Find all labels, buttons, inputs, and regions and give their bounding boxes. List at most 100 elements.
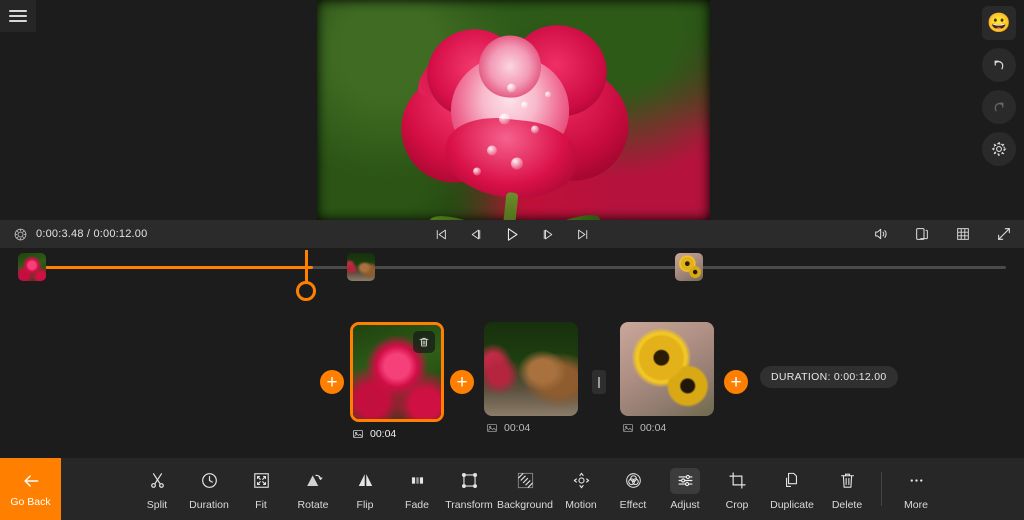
tool-label: Crop	[725, 498, 749, 511]
clip-meta: 00:04	[620, 422, 714, 434]
preview-stage: 😀	[0, 0, 1024, 220]
clip-squirrel[interactable]: 00:04	[484, 322, 578, 434]
tool-label: Fit	[255, 498, 267, 511]
clip-thumbnail[interactable]	[350, 322, 444, 422]
trash-icon	[840, 473, 854, 488]
total-duration-badge: DURATION: 0:00:12.00	[760, 366, 898, 388]
add-clip-before-button[interactable]: +	[320, 370, 344, 394]
clip-delete-button[interactable]	[413, 331, 435, 353]
clip-thumbnail[interactable]	[484, 322, 578, 416]
tool-delete[interactable]: Delete	[821, 468, 873, 511]
aspect-ratio-button[interactable]	[914, 226, 930, 242]
redo-arrow-icon	[994, 102, 1004, 112]
settings-button[interactable]	[982, 132, 1016, 166]
speaker-volume-icon	[875, 228, 887, 240]
right-tool-rail: 😀	[982, 6, 1016, 174]
player-control-bar: 0:00:3.48 / 0:00:12.00	[0, 220, 1024, 248]
skip-to-start-button[interactable]	[434, 227, 449, 242]
play-button[interactable]	[504, 226, 521, 243]
copy-frames-icon	[916, 228, 928, 240]
timeline-scrubber[interactable]	[0, 248, 1024, 310]
fullscreen-button[interactable]	[996, 226, 1012, 242]
tool-label: More	[904, 498, 928, 511]
skip-end-icon	[578, 229, 588, 239]
step-back-icon	[471, 229, 481, 239]
undo-button[interactable]	[982, 48, 1016, 82]
tool-fit[interactable]: Fit	[235, 468, 287, 511]
expand-diagonal-icon	[998, 228, 1010, 240]
timeline-thumb-squirrel[interactable]	[347, 253, 375, 281]
tool-duplicate[interactable]: Duplicate	[763, 468, 821, 511]
tool-more[interactable]: More	[890, 468, 942, 511]
tool-label: Adjust	[670, 498, 700, 511]
clock-icon	[201, 473, 217, 488]
clip-meta: 00:04	[484, 422, 578, 434]
clip-duration-label: 00:04	[370, 428, 397, 440]
grid-icon	[957, 228, 969, 240]
timeline-thumb-rose[interactable]	[18, 253, 46, 281]
add-clip-after-button[interactable]: +	[724, 370, 748, 394]
circle-settings-icon[interactable]	[13, 227, 28, 242]
tool-motion[interactable]: Motion	[555, 468, 607, 511]
scissors-icon	[150, 473, 164, 488]
video-editor-window: 😀 0:00:3.48 / 0:00:12.00 + 00:04 + 00:04…	[0, 0, 1024, 520]
flip-icon	[358, 474, 372, 487]
plus-icon: +	[730, 371, 742, 393]
tool-buttons: Split Duration Fit Rotate Flip Fade Tran…	[61, 458, 1024, 520]
hamburger-menu-button[interactable]	[0, 0, 36, 32]
bottom-toolbar: Go Back Split Duration Fit Rotate Flip F…	[0, 458, 1024, 520]
arrow-left-icon	[23, 474, 38, 487]
tool-label: Duplicate	[770, 498, 814, 511]
clip-strip: + 00:04 + 00:04 00:04 + DURATION: 0:00:1…	[0, 310, 1024, 458]
plus-icon: +	[456, 371, 468, 393]
tool-label: Duration	[189, 498, 229, 511]
step-backward-button[interactable]	[469, 227, 484, 242]
tool-label: Effect	[619, 498, 647, 511]
timecode-display: 0:00:3.48 / 0:00:12.00	[36, 228, 148, 240]
grid-button[interactable]	[955, 226, 971, 242]
timeline-playhead[interactable]	[305, 250, 308, 282]
gear-icon	[991, 141, 1007, 157]
tool-rotate[interactable]: Rotate	[287, 468, 339, 511]
tool-label: Background	[496, 498, 554, 511]
motion-arrows-icon	[573, 472, 589, 489]
rotate-icon	[306, 474, 322, 487]
tool-effect[interactable]: Effect	[607, 468, 659, 511]
plus-icon: +	[326, 371, 338, 393]
step-forward-icon	[543, 229, 553, 239]
undo-arrow-icon	[994, 60, 1004, 70]
ellipsis-icon	[910, 479, 922, 482]
crop-icon	[728, 472, 746, 489]
step-forward-button[interactable]	[541, 227, 556, 242]
clip-duration-label: 00:04	[640, 422, 667, 434]
go-back-button[interactable]: Go Back	[0, 458, 61, 520]
emoji-button[interactable]: 😀	[982, 6, 1016, 40]
tool-background[interactable]: Background	[495, 468, 555, 511]
photo-icon	[353, 430, 363, 438]
hatch-pattern-icon	[517, 472, 533, 489]
clip-rose[interactable]: 00:04	[350, 322, 444, 440]
skip-to-end-button[interactable]	[576, 227, 591, 242]
tool-transform[interactable]: Transform	[443, 468, 495, 511]
timeline-thumb-sunflower[interactable]	[675, 253, 703, 281]
tool-flip[interactable]: Flip	[339, 468, 391, 511]
go-back-label: Go Back	[10, 495, 51, 508]
clip-sunflower[interactable]: 00:04	[620, 322, 714, 434]
redo-button[interactable]	[982, 90, 1016, 124]
tool-label: Split	[146, 498, 168, 511]
tool-duration[interactable]: Duration	[183, 468, 235, 511]
tool-split[interactable]: Split	[131, 468, 183, 511]
timeline-playhead-handle[interactable]	[296, 281, 316, 301]
vertical-bar-icon	[598, 376, 600, 388]
volume-button[interactable]	[873, 226, 889, 242]
clip-thumbnail[interactable]	[620, 322, 714, 416]
tool-fade[interactable]: Fade	[391, 468, 443, 511]
tool-adjust[interactable]: Adjust	[659, 467, 711, 511]
tool-crop[interactable]: Crop	[711, 468, 763, 511]
clip-transition-handle[interactable]	[592, 370, 606, 394]
add-clip-between-button[interactable]: +	[450, 370, 474, 394]
clip-image-squirrel	[484, 322, 578, 416]
transform-handles-icon	[461, 472, 477, 489]
timeline-track[interactable]	[30, 266, 1006, 269]
video-preview[interactable]	[317, 0, 710, 220]
